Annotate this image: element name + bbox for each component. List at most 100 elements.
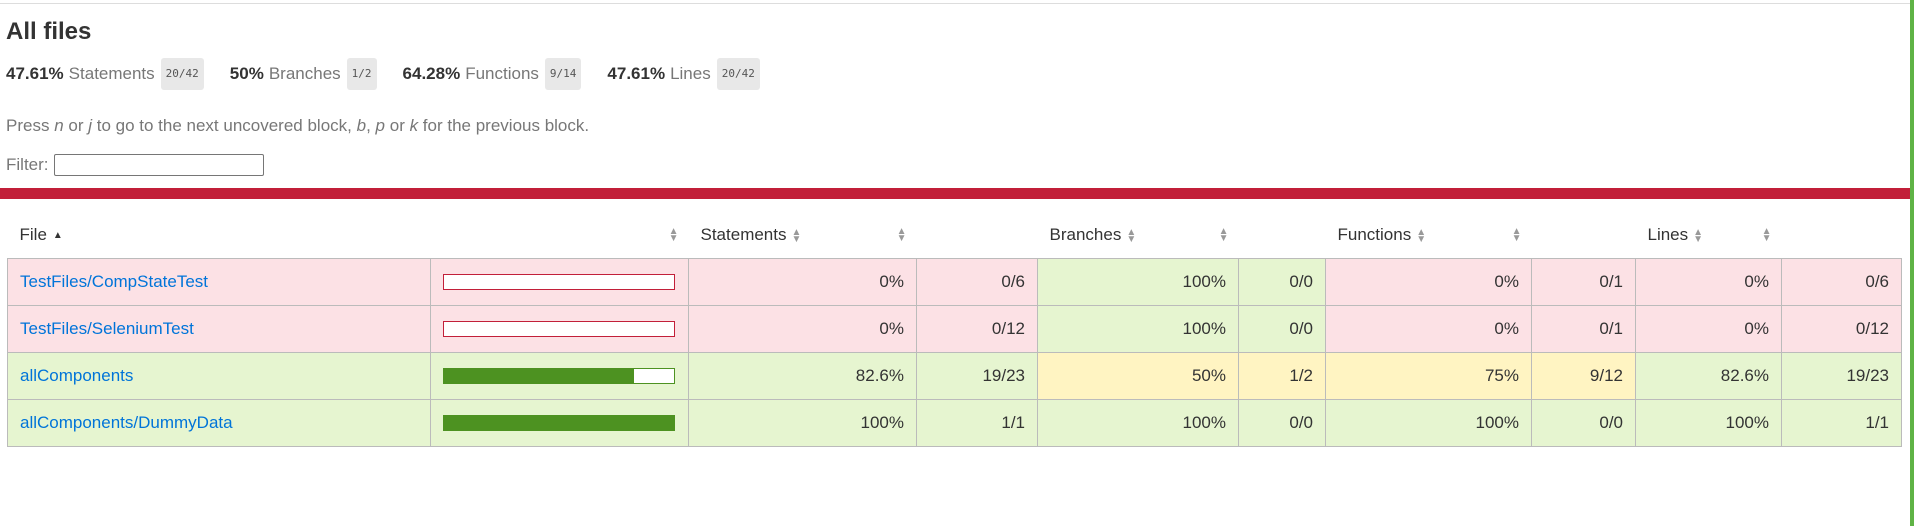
summary-statements-pct: 47.61% [6, 64, 64, 83]
header-functions-label: Functions [1337, 225, 1412, 244]
functions-fraction-cell: 0/1 [1531, 305, 1636, 353]
header-lines-raw[interactable] [1781, 212, 1902, 259]
header-lines[interactable]: Lines ▲ ▼ ▲ ▼ [1635, 212, 1782, 259]
summary-lines: 47.61% Lines 20/42 [607, 58, 760, 90]
table-row: TestFiles/CompStateTest 0% 0/6 100% 0/0 … [7, 258, 1902, 306]
header-statements-label: Statements [700, 225, 787, 244]
functions-fraction-cell: 0/0 [1531, 399, 1636, 447]
statements-fraction-cell: 19/23 [916, 352, 1038, 400]
coverage-summary: 47.61% Statements 20/42 50% Branches 1/2… [6, 58, 1908, 90]
filter-label: Filter: [6, 155, 49, 174]
coverage-table: File ▲ ▲ ▼ Statements ▲ ▼ ▲ ▼ Branches ▲ ▼ ▲ ▼ Fun… [7, 212, 1902, 447]
filter-input[interactable] [53, 154, 264, 176]
table-header-row: File ▲ ▲ ▼ Statements ▲ ▼ ▲ ▼ Branches ▲ ▼ ▲ ▼ Fun… [7, 212, 1902, 259]
file-cell: allComponents/DummyData [7, 399, 431, 447]
coverage-bar [443, 321, 675, 337]
right-edge-scrollbar[interactable] [1910, 0, 1914, 526]
statements-fraction-cell: 0/6 [916, 258, 1038, 306]
statements-fraction-cell: 0/12 [916, 305, 1038, 353]
sort-icon: ▲ ▼ [668, 226, 679, 244]
sort-asc-icon: ▲ [52, 230, 63, 242]
header-lines-label: Lines [1647, 225, 1689, 244]
hint-text: or [385, 116, 410, 135]
hint-key-b: b [356, 116, 367, 135]
statements-pct-cell: 0% [688, 258, 917, 306]
functions-fraction-cell: 0/1 [1531, 258, 1636, 306]
keyboard-hint: Press n or j to go to the next uncovered… [6, 116, 1908, 136]
statements-pct-cell: 100% [688, 399, 917, 447]
sort-icon: ▲ ▼ [1511, 226, 1522, 244]
functions-pct-cell: 100% [1325, 399, 1532, 447]
branches-pct-cell: 100% [1037, 305, 1239, 353]
file-link[interactable]: allComponents/DummyData [20, 413, 233, 432]
lines-fraction-cell: 0/6 [1781, 258, 1902, 306]
summary-functions-pct: 64.28% [402, 64, 461, 83]
lines-pct-cell: 0% [1635, 305, 1782, 353]
table-row: allComponents 82.6% 19/23 50% 1/2 75% 9/… [7, 352, 1902, 400]
header-file-chart[interactable]: ▲ ▼ [430, 212, 689, 259]
coverage-bar-cell [430, 399, 689, 447]
sort-icon: ▲ ▼ [1693, 226, 1704, 245]
coverage-status-bar [0, 188, 1910, 199]
hint-text: Press [6, 116, 55, 135]
summary-statements: 47.61% Statements 20/42 [6, 58, 204, 90]
statements-pct-cell: 82.6% [688, 352, 917, 400]
lines-pct-cell: 0% [1635, 258, 1782, 306]
file-link[interactable]: allComponents [20, 366, 133, 385]
branches-fraction-cell: 0/0 [1238, 305, 1326, 353]
lines-fraction-cell: 19/23 [1781, 352, 1902, 400]
summary-functions: 64.28% Functions 9/14 [403, 58, 582, 90]
header-statements-raw[interactable] [916, 212, 1038, 259]
functions-pct-cell: 75% [1325, 352, 1532, 400]
summary-statements-fraction: 20/42 [160, 58, 204, 90]
summary-lines-pct: 47.61% [607, 64, 666, 83]
sort-icon: ▲ ▼ [1761, 226, 1772, 244]
branches-pct-cell: 100% [1037, 258, 1239, 306]
coverage-bar-fill [444, 416, 674, 430]
hint-key-k: k [409, 116, 419, 135]
summary-functions-fraction: 9/14 [544, 58, 582, 90]
lines-fraction-cell: 1/1 [1781, 399, 1902, 447]
summary-lines-label: Lines [670, 64, 711, 83]
file-cell: TestFiles/CompStateTest [7, 258, 431, 306]
coverage-bar [443, 415, 675, 431]
header-functions-raw[interactable] [1531, 212, 1636, 259]
sort-icon: ▲ ▼ [896, 226, 907, 244]
table-row: allComponents/DummyData 100% 1/1 100% 0/… [7, 399, 1902, 447]
summary-statements-label: Statements [68, 64, 155, 83]
file-link[interactable]: TestFiles/SeleniumTest [20, 319, 194, 338]
hint-text: to go to the next uncovered block, [92, 116, 357, 135]
top-border [0, 0, 1910, 4]
coverage-bar-fill [444, 369, 634, 383]
hint-text: , [366, 116, 376, 135]
summary-branches-pct: 50% [229, 64, 264, 83]
summary-branches-fraction: 1/2 [346, 58, 377, 90]
header-branches[interactable]: Branches ▲ ▼ ▲ ▼ [1037, 212, 1239, 259]
sort-icon: ▲ ▼ [791, 226, 802, 245]
file-cell: allComponents [7, 352, 431, 400]
branches-fraction-cell: 0/0 [1238, 399, 1326, 447]
coverage-bar-cell [430, 305, 689, 353]
hint-key-n: n [54, 116, 64, 135]
statements-fraction-cell: 1/1 [916, 399, 1038, 447]
header-statements[interactable]: Statements ▲ ▼ ▲ ▼ [688, 212, 917, 259]
hint-text: for the previous block. [418, 116, 590, 135]
file-link[interactable]: TestFiles/CompStateTest [20, 272, 208, 291]
sort-icon: ▲ ▼ [1218, 226, 1229, 244]
coverage-bar-cell [430, 352, 689, 400]
page-title: All files [6, 18, 92, 45]
summary-branches: 50% Branches 1/2 [230, 58, 377, 90]
functions-pct-cell: 0% [1325, 305, 1532, 353]
branches-pct-cell: 100% [1037, 399, 1239, 447]
file-cell: TestFiles/SeleniumTest [7, 305, 431, 353]
sort-icon: ▲ ▼ [1416, 226, 1427, 245]
coverage-bar [443, 368, 675, 384]
filter-group: Filter: [6, 154, 1908, 176]
header-file[interactable]: File ▲ [7, 212, 431, 259]
header-branches-raw[interactable] [1238, 212, 1326, 259]
header-branches-label: Branches [1049, 225, 1122, 244]
branches-pct-cell: 50% [1037, 352, 1239, 400]
coverage-table-body: TestFiles/CompStateTest 0% 0/6 100% 0/0 … [7, 258, 1902, 447]
header-functions[interactable]: Functions ▲ ▼ ▲ ▼ [1325, 212, 1532, 259]
branches-fraction-cell: 0/0 [1238, 258, 1326, 306]
